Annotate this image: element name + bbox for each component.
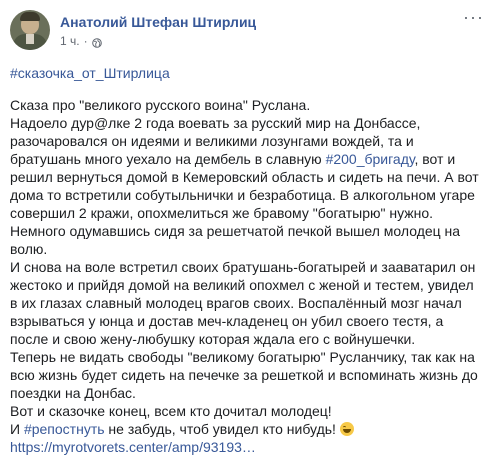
post-text: И: [10, 421, 24, 437]
hashtag-link-repost[interactable]: #репостнуть: [24, 421, 105, 437]
hashtag-link[interactable]: #сказочка_от_Штирлица: [10, 64, 484, 83]
post-paragraph: Сказа про "великого русского воина" Русл…: [10, 97, 311, 113]
author-avatar[interactable]: [10, 10, 50, 50]
post-paragraph: И снова на воле встретил своих братушань…: [10, 259, 476, 347]
post-paragraph: Вот и сказочке конец, всем кто дочитал м…: [10, 403, 332, 419]
post-paragraph: Теперь не видать свободы "великому богат…: [10, 349, 478, 401]
post-paragraph: Надоело дур@лке 2 года воевать за русски…: [10, 114, 480, 222]
more-options-icon[interactable]: ···: [463, 8, 484, 26]
external-url-link[interactable]: https://myrotvorets.center/amp/93193…: [10, 439, 256, 455]
laughing-emoji-icon: [339, 422, 354, 436]
feed-post: Анатолий Штефан Штирлиц 1 ч. · ··· #сказ…: [0, 0, 494, 471]
post-meta: Анатолий Штефан Штирлиц 1 ч. ·: [60, 10, 256, 49]
separator-dot: ·: [83, 34, 88, 48]
post-header: Анатолий Штефан Штирлиц 1 ч. ·: [10, 10, 484, 50]
post-body: Сказа про "великого русского воина" Русл…: [10, 96, 484, 456]
author-name[interactable]: Анатолий Штефан Штирлиц: [60, 13, 256, 31]
post-paragraph: https://myrotvorets.center/amp/93193…: [10, 438, 480, 456]
post-time-row: 1 ч. ·: [60, 33, 256, 49]
post-text: не забудь, чтоб увидел кто нибудь!: [104, 421, 340, 437]
hashtag-link-200[interactable]: #200_бригаду: [326, 151, 415, 167]
post-paragraph: Немного одумавшись сидя за решетчатой пе…: [10, 223, 461, 257]
globe-icon[interactable]: [91, 36, 102, 48]
post-timestamp[interactable]: 1 ч.: [60, 33, 80, 49]
post-paragraph: И #репостнуть не забудь, чтоб увидел кто…: [10, 420, 480, 438]
